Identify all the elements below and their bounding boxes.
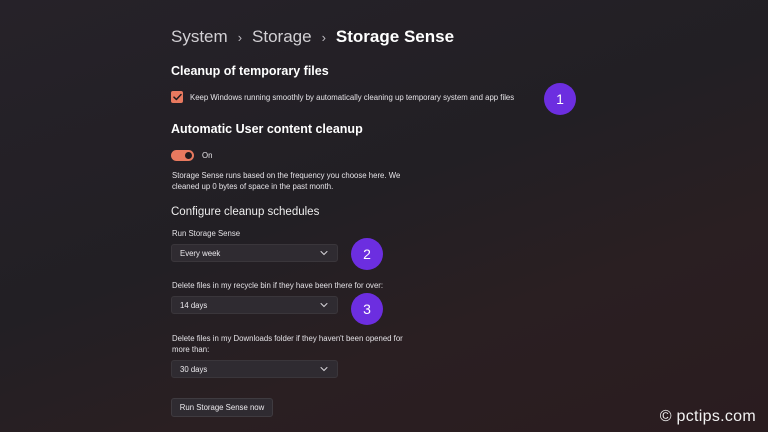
breadcrumb-system[interactable]: System bbox=[171, 27, 228, 47]
temp-files-checkbox-label: Keep Windows running smoothly by automat… bbox=[190, 92, 515, 102]
recycle-bin-label: Delete files in my recycle bin if they h… bbox=[172, 281, 384, 290]
temp-files-checkbox[interactable] bbox=[171, 91, 183, 103]
run-frequency-value: Every week bbox=[180, 248, 221, 258]
recycle-bin-dropdown[interactable]: 14 days bbox=[171, 296, 338, 314]
section-title-temp-files: Cleanup of temporary files bbox=[171, 64, 329, 78]
downloads-value: 30 days bbox=[180, 364, 208, 374]
toggle-state-label: On bbox=[202, 151, 213, 160]
chevron-down-icon bbox=[320, 367, 328, 372]
annotation-badge-1: 1 bbox=[544, 83, 576, 115]
toggle-knob bbox=[185, 152, 192, 159]
description-line: cleaned up 0 bytes of space in the past … bbox=[172, 182, 334, 191]
schedules-title: Configure cleanup schedules bbox=[171, 206, 320, 218]
downloads-label-line: Delete files in my Downloads folder if t… bbox=[172, 334, 403, 343]
breadcrumb-storage[interactable]: Storage bbox=[252, 27, 312, 47]
run-storage-sense-label: Run Storage Sense bbox=[172, 229, 241, 238]
annotation-badge-2: 2 bbox=[351, 238, 383, 270]
page-title: Storage Sense bbox=[335, 27, 455, 46]
checkmark-icon bbox=[172, 93, 182, 101]
auto-cleanup-toggle[interactable] bbox=[171, 150, 194, 161]
breadcrumb-separator: › bbox=[237, 29, 243, 45]
description-line: Storage Sense runs based on the frequenc… bbox=[172, 171, 401, 180]
section-title-auto-cleanup: Automatic User content cleanup bbox=[171, 122, 363, 136]
run-storage-sense-now-button[interactable]: Run Storage Sense now bbox=[171, 398, 273, 417]
annotation-badge-3: 3 bbox=[351, 293, 383, 325]
chevron-down-icon bbox=[320, 251, 328, 256]
auto-cleanup-description: Storage Sense runs based on the frequenc… bbox=[172, 170, 400, 192]
chevron-down-icon bbox=[320, 303, 328, 308]
watermark: © pctips.com bbox=[659, 408, 756, 425]
breadcrumb-separator: › bbox=[321, 29, 326, 45]
downloads-label: Delete files in my Downloads folder if t… bbox=[172, 333, 403, 355]
downloads-dropdown[interactable]: 30 days bbox=[171, 360, 338, 378]
run-frequency-dropdown[interactable]: Every week bbox=[171, 244, 338, 262]
breadcrumb: System › Storage › Storage Sense bbox=[171, 24, 454, 50]
temp-files-checkbox-row[interactable]: Keep Windows running smoothly by automat… bbox=[171, 91, 514, 103]
downloads-label-line: more than: bbox=[172, 345, 210, 354]
auto-cleanup-toggle-row[interactable]: On bbox=[171, 150, 212, 161]
recycle-bin-value: 14 days bbox=[180, 300, 208, 310]
